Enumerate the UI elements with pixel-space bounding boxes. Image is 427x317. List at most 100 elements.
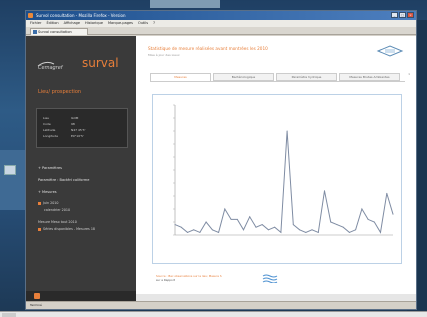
page-footer bbox=[136, 294, 416, 301]
chart-footnote: Source : Bac observations sur le lieu; M… bbox=[156, 274, 266, 282]
corner-mark: 1 bbox=[408, 72, 410, 76]
sidebar-item-june[interactable]: Juin 2010 bbox=[38, 201, 59, 205]
window-title: Survol consultation - Mozilla Firefox - … bbox=[36, 13, 126, 18]
data-point bbox=[199, 231, 201, 233]
data-point bbox=[386, 192, 388, 194]
tab-bacteriological[interactable]: Bactériologique bbox=[213, 73, 274, 81]
logo-text: Cemagref bbox=[38, 65, 63, 71]
data-point bbox=[224, 208, 226, 210]
sidebar-item-label: Séries disponibles - Mesures 18 bbox=[43, 227, 96, 231]
data-point bbox=[218, 231, 220, 233]
data-point bbox=[186, 231, 188, 233]
sidebar-item-calendar[interactable]: calendrier 2010 bbox=[44, 208, 70, 212]
desktop-icon[interactable] bbox=[4, 165, 16, 175]
institution-logo-icon bbox=[376, 45, 404, 57]
water-wave-icon bbox=[262, 274, 278, 283]
data-point bbox=[361, 208, 363, 210]
data-point bbox=[249, 216, 251, 218]
data-point bbox=[299, 229, 301, 231]
sidebar-footer bbox=[26, 291, 136, 301]
tab-raw-measures[interactable]: Mesures Brutes Ambiantes bbox=[339, 73, 400, 81]
minimize-icon[interactable]: _ bbox=[391, 12, 398, 18]
menu-file[interactable]: Fichier bbox=[30, 20, 41, 27]
cemagref-logo: Cemagref bbox=[36, 60, 66, 71]
brand-name: surval bbox=[82, 56, 119, 70]
desktop-strip bbox=[150, 0, 220, 8]
data-point bbox=[286, 130, 288, 132]
browser-window: Survol consultation - Mozilla Firefox - … bbox=[25, 10, 417, 310]
browser-tab[interactable]: Survol consultation bbox=[30, 28, 88, 35]
bullet-icon bbox=[38, 201, 41, 205]
sidebar-section-measures[interactable]: + Mesures bbox=[38, 190, 57, 194]
sidebar-item-label: Juin 2010 bbox=[43, 201, 59, 205]
line-chart bbox=[173, 104, 394, 236]
status-bar: Terminé bbox=[26, 301, 416, 309]
location-info: Lieu ILOM Code 98 Latitude N47 45'3' Longit… bbox=[36, 108, 128, 148]
sidebar: Cemagref surval Lieu/ prospection Lieu IL… bbox=[26, 36, 136, 301]
sidebar-section-parameter-value[interactable]: Paramètre : Bactéri coliforme bbox=[38, 178, 89, 182]
data-point bbox=[317, 231, 319, 233]
menu-history[interactable]: Historique bbox=[85, 20, 103, 27]
menu-bookmarks[interactable]: Marque-pages bbox=[108, 20, 133, 27]
desktop-panel bbox=[0, 150, 25, 210]
footnote-rapport: sur a Rapport bbox=[156, 278, 175, 282]
menu-bar: Fichier Édition Affichage Historique Mar… bbox=[26, 20, 416, 27]
menu-tools[interactable]: Outils bbox=[138, 20, 148, 27]
data-point bbox=[392, 213, 394, 215]
data-point bbox=[193, 229, 195, 231]
page-title: Statistique de mesure réalisées avant mo… bbox=[148, 46, 268, 51]
menu-view[interactable]: Affichage bbox=[64, 20, 80, 27]
tab-measures[interactable]: Mesures bbox=[150, 73, 211, 81]
data-point bbox=[267, 229, 269, 231]
sidebar-section-parameters[interactable]: + Paramètres bbox=[38, 166, 62, 170]
data-point bbox=[236, 218, 238, 220]
menu-help[interactable]: ? bbox=[153, 20, 155, 27]
checkbox-icon[interactable] bbox=[38, 227, 41, 231]
sidebar-heading: Lieu/ prospection bbox=[38, 89, 82, 95]
tab-bar: Survol consultation bbox=[26, 27, 416, 35]
data-point bbox=[305, 231, 307, 233]
data-point bbox=[311, 229, 313, 231]
data-point bbox=[255, 226, 257, 228]
data-point bbox=[373, 221, 375, 223]
info-value: E0°10'5' bbox=[71, 134, 84, 138]
data-point bbox=[180, 226, 182, 228]
window-controls: _ □ × bbox=[391, 12, 414, 18]
data-point bbox=[336, 224, 338, 226]
taskbar bbox=[0, 311, 427, 317]
data-point bbox=[330, 221, 332, 223]
data-point bbox=[261, 224, 263, 226]
data-point bbox=[367, 218, 369, 220]
data-point bbox=[348, 231, 350, 233]
data-point bbox=[174, 224, 176, 226]
sidebar-item-series[interactable]: Séries disponibles - Mesures 18 bbox=[38, 227, 95, 231]
data-point bbox=[355, 229, 357, 231]
chart-frame bbox=[152, 94, 402, 264]
sidebar-item-measure-all[interactable]: Mesure Meso tout 2010 bbox=[38, 220, 77, 224]
window-titlebar[interactable]: Survol consultation - Mozilla Firefox - … bbox=[26, 11, 416, 20]
status-text: Terminé bbox=[30, 303, 42, 307]
tab-hydric[interactable]: Paramètre hydrique bbox=[276, 73, 337, 81]
menu-edit[interactable]: Édition bbox=[46, 20, 58, 27]
data-point bbox=[274, 226, 276, 228]
data-point bbox=[342, 226, 344, 228]
info-key: Longitude bbox=[43, 134, 58, 138]
data-point bbox=[292, 224, 294, 226]
tab-label: Survol consultation bbox=[38, 30, 72, 34]
data-point bbox=[280, 231, 282, 233]
start-button[interactable] bbox=[2, 313, 16, 317]
brand[interactable]: Cemagref surval bbox=[36, 56, 131, 72]
series-line bbox=[174, 130, 394, 234]
main-panel: Statistique de mesure réalisées avant mo… bbox=[136, 36, 416, 301]
data-point bbox=[243, 229, 245, 231]
maximize-icon[interactable]: □ bbox=[399, 12, 406, 18]
firefox-icon bbox=[28, 13, 33, 18]
tab-divider bbox=[150, 81, 405, 82]
page-subtitle: Mise à jour des Lieux bbox=[148, 53, 180, 57]
page-icon bbox=[33, 30, 37, 34]
data-point bbox=[230, 218, 232, 220]
data-point bbox=[323, 190, 325, 192]
close-icon[interactable]: × bbox=[407, 12, 414, 18]
page-content: Cemagref surval Lieu/ prospection Lieu IL… bbox=[26, 36, 416, 301]
info-row: Longitude E0°10'5' bbox=[43, 133, 121, 139]
